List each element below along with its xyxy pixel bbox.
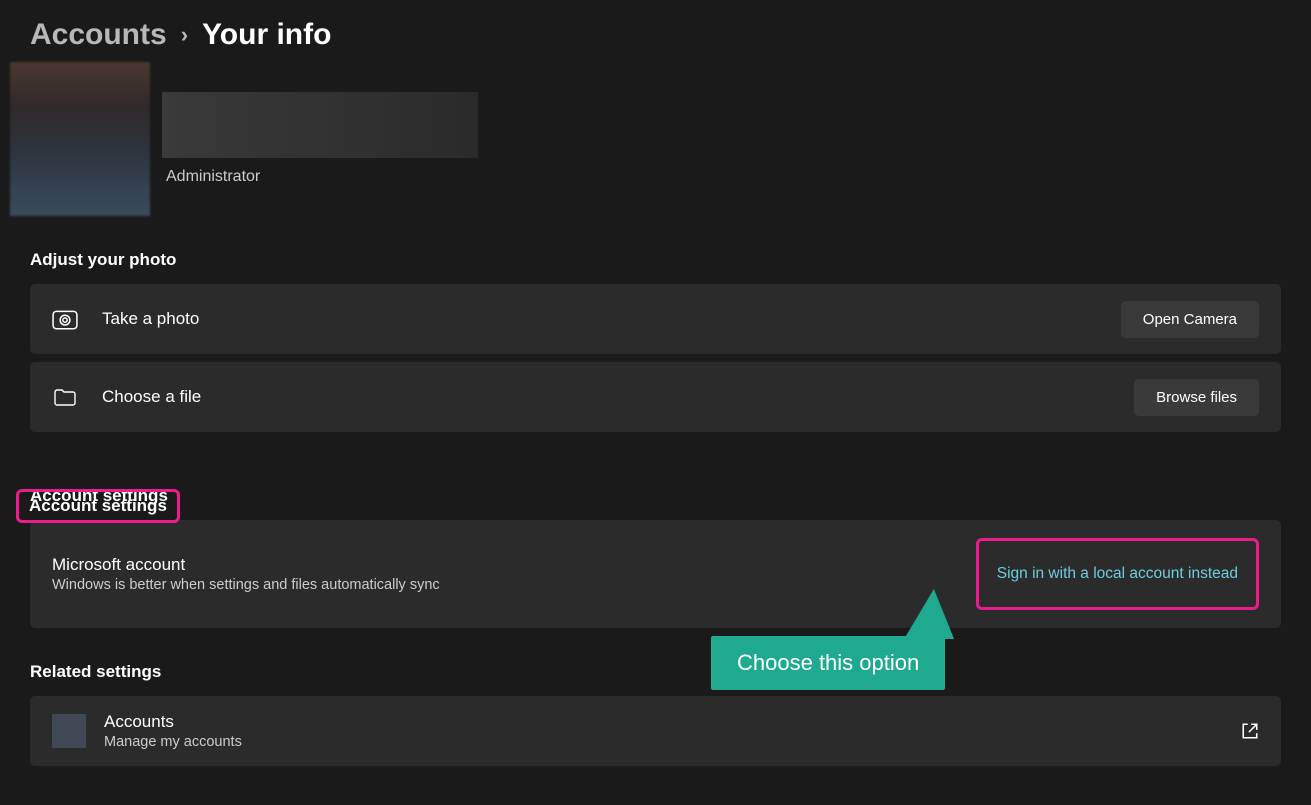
take-photo-label: Take a photo bbox=[102, 309, 199, 329]
microsoft-account-sub: Windows is better when settings and file… bbox=[52, 577, 440, 593]
browse-files-button[interactable]: Browse files bbox=[1134, 379, 1259, 416]
related-settings-title: Related settings bbox=[30, 662, 1281, 682]
breadcrumb-current: Your info bbox=[202, 18, 331, 52]
microsoft-account-label: Microsoft account bbox=[52, 555, 440, 575]
user-name-redacted bbox=[162, 92, 478, 158]
breadcrumb: Accounts › Your info bbox=[0, 0, 1311, 62]
camera-icon bbox=[52, 308, 78, 330]
breadcrumb-parent[interactable]: Accounts bbox=[30, 18, 167, 52]
profile-info: Administrator bbox=[162, 92, 478, 186]
account-settings-title: Account settings bbox=[30, 486, 1281, 506]
choose-file-label: Choose a file bbox=[102, 387, 201, 407]
profile-header: Administrator bbox=[0, 62, 1311, 216]
folder-icon bbox=[52, 386, 78, 408]
choose-file-row: Choose a file Browse files bbox=[30, 362, 1281, 432]
external-link-icon bbox=[1241, 722, 1259, 740]
annotation-callout: Choose this option bbox=[711, 636, 945, 690]
accounts-link-row[interactable]: Accounts Manage my accounts bbox=[30, 696, 1281, 766]
microsoft-account-row: Microsoft account Windows is better when… bbox=[30, 520, 1281, 628]
sign-in-local-link[interactable]: Sign in with a local account instead bbox=[997, 565, 1238, 583]
accounts-label: Accounts bbox=[104, 712, 242, 732]
accounts-sub: Manage my accounts bbox=[104, 734, 242, 750]
open-camera-button[interactable]: Open Camera bbox=[1121, 301, 1259, 338]
avatar bbox=[10, 62, 150, 216]
annotation-highlight-action: Sign in with a local account instead bbox=[976, 538, 1259, 610]
take-photo-row: Take a photo Open Camera bbox=[30, 284, 1281, 354]
adjust-photo-title: Adjust your photo bbox=[30, 250, 1281, 270]
accounts-thumb-icon bbox=[52, 714, 86, 748]
chevron-right-icon: › bbox=[181, 22, 188, 48]
user-role: Administrator bbox=[162, 168, 478, 186]
